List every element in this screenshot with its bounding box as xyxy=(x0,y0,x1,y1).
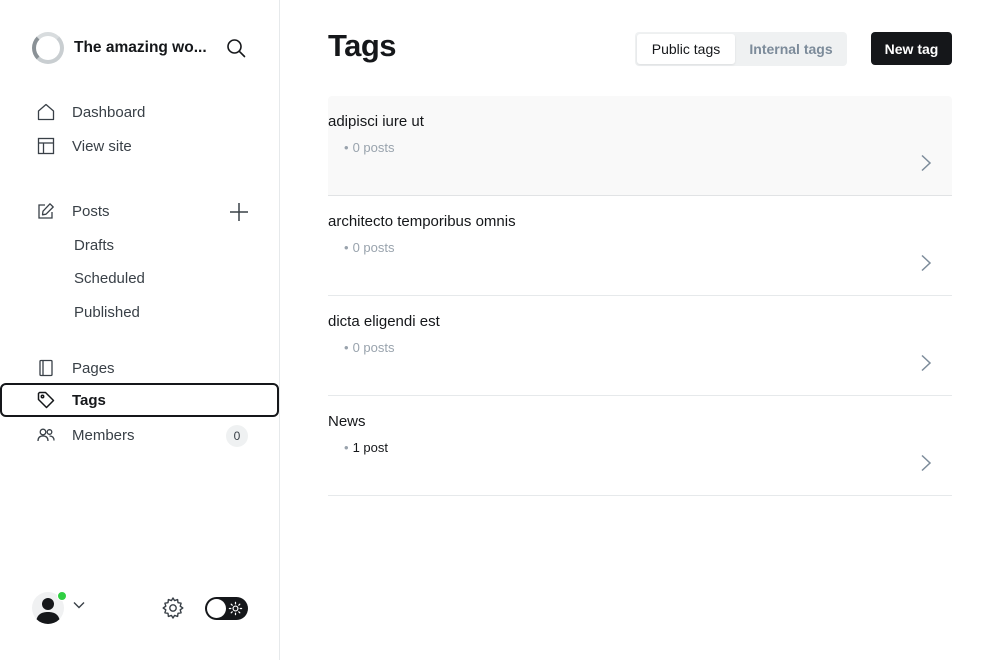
tag-row[interactable]: dicta eligendi est • 0 posts xyxy=(328,296,952,396)
tab-public-tags[interactable]: Public tags xyxy=(637,34,735,64)
tag-post-count-value: 0 posts xyxy=(352,340,395,355)
layout-icon xyxy=(37,137,55,155)
nav-dashboard[interactable]: Dashboard xyxy=(0,95,279,129)
new-tag-button[interactable]: New tag xyxy=(871,32,952,65)
nav-view-site-label: View site xyxy=(72,137,132,155)
nav-view-site[interactable]: View site xyxy=(0,129,279,163)
search-icon[interactable] xyxy=(224,36,248,60)
tag-row[interactable]: News • 1 post xyxy=(328,396,952,496)
chevron-right-icon xyxy=(921,354,932,372)
nav-pages[interactable]: Pages xyxy=(0,351,279,385)
tag-name: adipisci iure ut xyxy=(328,113,424,130)
site-title[interactable]: The amazing wo... xyxy=(74,39,207,57)
sidebar: The amazing wo... Dashboard View site Po… xyxy=(0,0,280,660)
tag-post-count: • 0 posts xyxy=(344,340,394,355)
gear-icon[interactable] xyxy=(161,596,185,620)
members-count-badge: 0 xyxy=(226,425,248,447)
bullet: • xyxy=(344,140,349,155)
nav-scheduled[interactable]: Scheduled xyxy=(74,270,145,287)
tag-row[interactable]: architecto temporibus omnis • 0 posts xyxy=(328,196,952,296)
bullet: • xyxy=(344,240,349,255)
bullet: • xyxy=(344,440,349,455)
tag-type-tabs: Public tags Internal tags xyxy=(635,32,847,66)
new-post-plus-icon[interactable] xyxy=(228,201,250,223)
site-header: The amazing wo... xyxy=(32,32,248,64)
site-logo[interactable] xyxy=(32,32,64,64)
tag-post-count: • 0 posts xyxy=(344,240,394,255)
chevron-down-icon[interactable] xyxy=(73,601,85,609)
nav-drafts[interactable]: Drafts xyxy=(74,237,114,254)
theme-toggle[interactable] xyxy=(205,597,248,620)
tag-row[interactable]: adipisci iure ut • 0 posts xyxy=(328,96,952,196)
tag-post-count: • 0 posts xyxy=(344,140,394,155)
tag-post-count: • 1 post xyxy=(344,440,388,455)
page-icon xyxy=(37,359,55,377)
sun-icon xyxy=(228,601,243,616)
members-icon xyxy=(37,426,55,444)
toggle-knob xyxy=(207,599,226,618)
page-title: Tags xyxy=(328,28,397,63)
tag-name: dicta eligendi est xyxy=(328,313,440,330)
nav-members-label: Members xyxy=(72,426,135,444)
bullet: • xyxy=(344,340,349,355)
nav-published[interactable]: Published xyxy=(74,304,140,321)
nav-dashboard-label: Dashboard xyxy=(72,103,146,121)
chevron-right-icon xyxy=(921,154,932,172)
edit-icon xyxy=(37,202,55,220)
nav-tags-label: Tags xyxy=(72,391,106,409)
tag-post-count-value: 0 posts xyxy=(352,240,395,255)
tag-post-count-value: 0 posts xyxy=(352,140,395,155)
tag-icon xyxy=(37,391,55,409)
tag-post-count-value: 1 post xyxy=(352,440,388,455)
tag-name: architecto temporibus omnis xyxy=(328,213,516,230)
chevron-right-icon xyxy=(921,254,932,272)
tag-name: News xyxy=(328,413,366,430)
tab-internal-tags[interactable]: Internal tags xyxy=(737,34,845,64)
nav-posts-label: Posts xyxy=(72,202,110,220)
online-status-dot xyxy=(57,591,67,601)
nav-tags[interactable]: Tags xyxy=(0,383,279,417)
nav-pages-label: Pages xyxy=(72,359,115,377)
chevron-right-icon xyxy=(921,454,932,472)
home-icon xyxy=(37,103,55,121)
